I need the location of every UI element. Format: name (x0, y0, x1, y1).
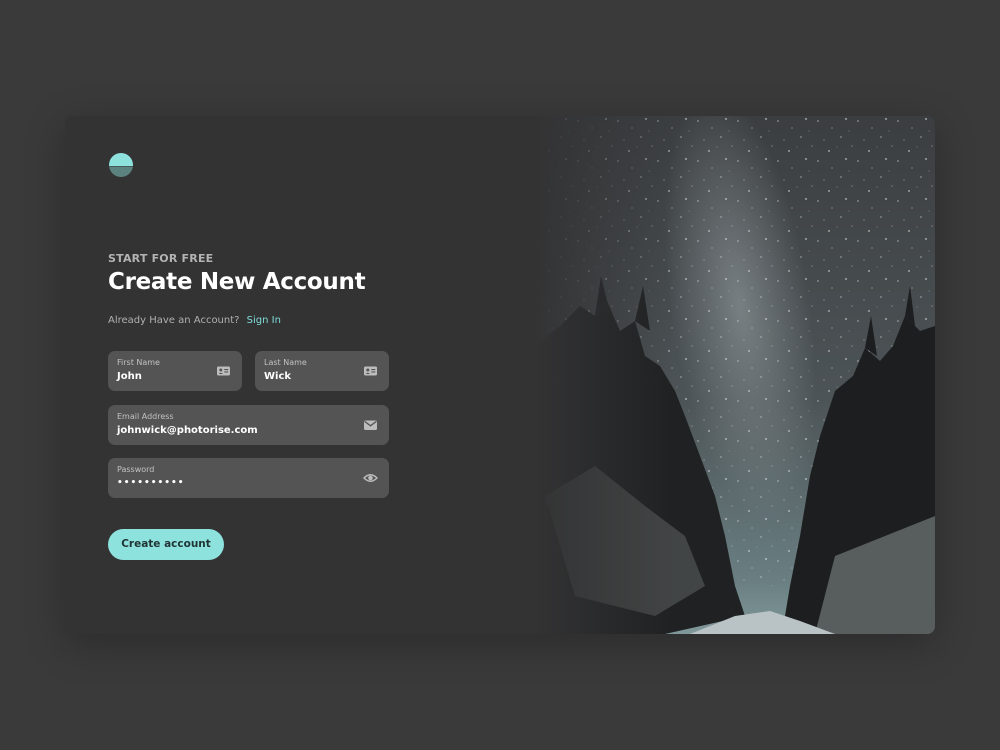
page-title: Create New Account (108, 269, 366, 295)
password-field[interactable]: Password •••••••••• (108, 458, 389, 498)
email-label: Email Address (117, 412, 174, 421)
envelope-icon (364, 420, 377, 430)
signin-prompt: Already Have an Account? (108, 315, 240, 326)
signup-card: START FOR FREE Create New Account Alread… (65, 116, 935, 634)
create-account-button[interactable]: Create account (108, 529, 224, 560)
eye-icon[interactable] (363, 471, 378, 485)
signin-link[interactable]: Sign In (247, 315, 281, 326)
first-name-field[interactable]: First Name John (108, 351, 242, 391)
password-value[interactable]: •••••••••• (117, 477, 380, 490)
id-card-icon (217, 366, 230, 376)
password-label: Password (117, 465, 155, 474)
id-card-icon (364, 366, 377, 376)
eyebrow-text: START FOR FREE (108, 252, 214, 265)
signin-row: Already Have an Account? Sign In (108, 315, 281, 326)
email-value[interactable]: johnwick@photorise.com (117, 424, 380, 437)
brand-logo-icon (109, 153, 133, 177)
last-name-field[interactable]: Last Name Wick (255, 351, 389, 391)
hero-night-forest-image (535, 116, 935, 634)
email-field[interactable]: Email Address johnwick@photorise.com (108, 405, 389, 445)
